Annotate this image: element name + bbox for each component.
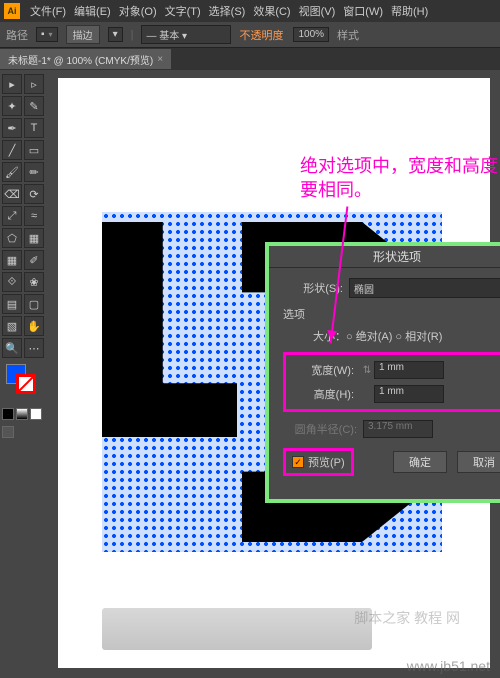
path-label: 路径 [6, 27, 28, 43]
link-icon[interactable]: ⇅ [360, 363, 374, 377]
mesh-tool[interactable]: ▦ [2, 250, 22, 270]
menu-help[interactable]: 帮助(H) [389, 3, 430, 19]
corner-radius-input: 3.175 mm [363, 420, 433, 438]
separator: | [131, 29, 134, 41]
tools-panel: ▸▹ ✦✎ ✒T ╱▭ 🖌✏ ⌫⟳ ⤢≈ ⬠▦ ▦✐ ⟐❀ ▤▢ ▧✋ 🔍⋯ [0, 70, 48, 678]
preview-label: 预览(P) [308, 454, 345, 470]
app-icon: Ai [4, 3, 20, 19]
menu-type[interactable]: 文字(T) [163, 3, 203, 19]
height-input[interactable]: 1 mm [374, 385, 444, 403]
shape-builder-tool[interactable]: ⬠ [2, 228, 22, 248]
opacity-label: 不透明度 [239, 27, 283, 43]
slice-tool[interactable]: ▧ [2, 316, 22, 336]
blend-tool[interactable]: ⟐ [2, 272, 22, 292]
selection-tool[interactable]: ▸ [2, 74, 22, 94]
corner-radius-label: 圆角半径(C): [283, 421, 357, 437]
tab-title: 未标题-1* @ 100% (CMYK/预览) [8, 52, 153, 67]
menu-window[interactable]: 窗口(W) [341, 3, 385, 19]
rectangle-tool[interactable]: ▭ [24, 140, 44, 160]
document-tabs: 未标题-1* @ 100% (CMYK/预览) × [0, 48, 500, 70]
size-mode-radios[interactable]: 大小：○ 绝对(A) ○ 相对(R) [313, 328, 500, 344]
pencil-tool[interactable]: ✏ [24, 162, 44, 182]
width-height-highlight: 宽度(W): ⇅ 1 mm 高度(H): 1 mm [283, 352, 500, 412]
screen-mode-icon[interactable] [2, 426, 14, 438]
none-mode-icon[interactable] [30, 408, 42, 420]
symbol-tool[interactable]: ❀ [24, 272, 44, 292]
tab-close-icon[interactable]: × [157, 54, 163, 65]
zoom-tool[interactable]: 🔍 [2, 338, 22, 358]
canvas[interactable]: 绝对选项中，宽度和高度 要相同。 形状选项 ▾ 形状(S): 椭圆▾ 选项 大小… [48, 70, 500, 678]
style-label: 样式 [337, 27, 359, 43]
menu-select[interactable]: 选择(S) [207, 3, 248, 19]
panel-title: 形状选项 ▾ [269, 246, 500, 268]
stroke-button[interactable]: 描边 [66, 25, 100, 44]
watermark-text: 脚本之家 教程 网 [354, 608, 460, 628]
preview-highlight: ✓ 预览(P) [283, 448, 354, 476]
gradient-tool[interactable]: ▦ [24, 228, 44, 248]
shape-options-panel: 形状选项 ▾ 形状(S): 椭圆▾ 选项 大小：○ 绝对(A) ○ 相对(R) … [265, 242, 500, 503]
fill-stroke-swatch[interactable] [6, 364, 32, 390]
opacity-input[interactable]: 100% [293, 27, 329, 42]
lasso-tool[interactable]: ✎ [24, 96, 44, 116]
artboard-tool[interactable]: ▢ [24, 294, 44, 314]
line-tool[interactable]: ╱ [2, 140, 22, 160]
width-input[interactable]: 1 mm [374, 361, 444, 379]
gradient-mode-icon[interactable] [16, 408, 28, 420]
scale-tool[interactable]: ⤢ [2, 206, 22, 226]
brush-tool[interactable]: 🖌 [2, 162, 22, 182]
extra-tool[interactable]: ⋯ [24, 338, 44, 358]
preview-checkbox[interactable]: ✓ [292, 456, 304, 468]
cancel-button[interactable]: 取消 [457, 451, 500, 473]
width-tool[interactable]: ≈ [24, 206, 44, 226]
options-bar: 路径 ▪▾ 描边 ▾ | — 基本 ▾ 不透明度 100% 样式 [0, 22, 500, 48]
hand-tool[interactable]: ✋ [24, 316, 44, 336]
menu-file[interactable]: 文件(F) [28, 3, 68, 19]
watermark-url: www.jb51.net [407, 658, 490, 674]
eyedropper-tool[interactable]: ✐ [24, 250, 44, 270]
pen-tool[interactable]: ✒ [2, 118, 22, 138]
color-mode-icon[interactable] [2, 408, 14, 420]
menu-edit[interactable]: 编辑(E) [72, 3, 113, 19]
width-label: 宽度(W): [294, 362, 354, 378]
rotate-tool[interactable]: ⟳ [24, 184, 44, 204]
magic-wand-tool[interactable]: ✦ [2, 96, 22, 116]
shape-label: 形状(S): [283, 280, 343, 296]
height-label: 高度(H): [294, 386, 354, 402]
fill-dropdown[interactable]: ▪▾ [36, 27, 58, 42]
menubar: Ai 文件(F) 编辑(E) 对象(O) 文字(T) 选择(S) 效果(C) 视… [0, 0, 500, 22]
eraser-tool[interactable]: ⌫ [2, 184, 22, 204]
placeholder-bar [102, 608, 372, 650]
ok-button[interactable]: 确定 [393, 451, 447, 473]
stroke-swatch[interactable] [16, 374, 36, 394]
shape-dropdown[interactable]: 椭圆▾ [349, 278, 500, 298]
graph-tool[interactable]: ▤ [2, 294, 22, 314]
options-section-label: 选项 [283, 306, 500, 322]
type-tool[interactable]: T [24, 118, 44, 138]
direct-select-tool[interactable]: ▹ [24, 74, 44, 94]
document-tab[interactable]: 未标题-1* @ 100% (CMYK/预览) × [0, 49, 171, 69]
annotation-text: 绝对选项中，宽度和高度 要相同。 [300, 154, 498, 202]
menu-effect[interactable]: 效果(C) [251, 3, 292, 19]
menu-view[interactable]: 视图(V) [297, 3, 338, 19]
stroke-dropdown[interactable]: ▾ [108, 27, 123, 42]
menu-object[interactable]: 对象(O) [117, 3, 159, 19]
brush-dropdown[interactable]: — 基本 ▾ [141, 25, 231, 44]
